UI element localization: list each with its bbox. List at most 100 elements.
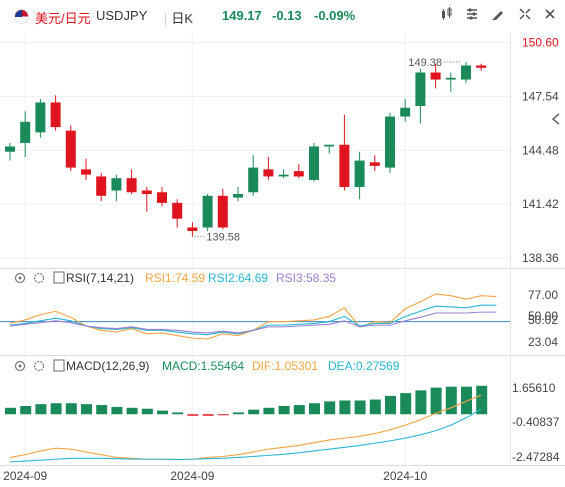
macd-legend-1: MACD:1.55464: [162, 359, 244, 373]
rsi-tick-label: 50.02: [528, 313, 558, 327]
collapse-arrow-icon: [551, 113, 560, 125]
macd-dea-line: [9, 408, 482, 463]
axes: 150.60147.54144.48141.42138.3677.0050.00…: [0, 32, 565, 483]
macd-histogram-bar: [50, 403, 62, 415]
macd-settings-icon: [33, 360, 45, 372]
price-tick-label: 150.60: [522, 36, 559, 50]
x-tick-label: 2024-10: [383, 469, 427, 483]
macd-histogram-bar: [400, 393, 412, 415]
macd-histogram-bar: [354, 400, 366, 415]
x-tick-label: 2024-09: [170, 469, 214, 483]
macd-histogram-bar: [293, 405, 305, 415]
rsi-visibility-icon-pupil: [18, 276, 22, 280]
candle-body: [233, 194, 243, 198]
macd-visibility-icon-pupil: [18, 364, 22, 368]
macd-histogram-bar: [445, 386, 457, 415]
rsi-legend-3: RSI3:58.35: [276, 271, 336, 285]
candle-body: [324, 144, 335, 147]
candle-body: [476, 65, 487, 68]
rsi-copy-icon: [53, 271, 65, 284]
candle-body: [263, 169, 274, 177]
macd-histogram-bar: [278, 405, 290, 415]
rsi-series-3: [9, 311, 497, 334]
rsi-title: RSI(7,14,21): [66, 271, 134, 285]
candle-body: [20, 121, 31, 143]
macd-histogram-bar: [476, 385, 488, 415]
candle-body: [217, 195, 228, 228]
price-tick-label: 147.54: [522, 89, 559, 103]
candle-body: [81, 169, 91, 175]
macd-histogram-bar: [126, 407, 138, 415]
macd-histogram-bar: [385, 395, 396, 415]
macd-title: MACD(12,26,9): [66, 359, 149, 373]
macd-histogram-bar: [217, 414, 229, 416]
x-tick-label: 2024-09: [3, 469, 47, 483]
macd-panel: MACD(12,26,9) MACD:1.55464 DIF:1.05301 DEA:…: [5, 359, 488, 463]
candle-body: [126, 178, 137, 193]
candle-body: [5, 146, 15, 152]
macd-histogram-bar: [202, 414, 214, 416]
macd-histogram-bar: [309, 403, 320, 415]
candle-body: [309, 146, 319, 180]
macd-histogram-bar: [157, 410, 168, 415]
macd-histogram-bar: [461, 386, 472, 415]
macd-histogram-bar: [324, 401, 336, 415]
macd-histogram-bar: [339, 400, 351, 415]
candle-body: [461, 65, 471, 80]
candle-body: [430, 72, 441, 80]
macd-histogram-bar: [172, 412, 184, 415]
candle-body: [96, 176, 107, 196]
macd-histogram-bar: [5, 407, 16, 415]
macd-legend-2: DIF:1.05301: [252, 359, 318, 373]
macd-histogram-bar: [263, 407, 275, 415]
candle-body: [50, 102, 61, 128]
macd-histogram-bar: [111, 406, 123, 415]
rsi-settings-icon: [33, 272, 45, 284]
candle-body: [187, 227, 198, 232]
candle-body: [278, 174, 289, 177]
candle-body: [293, 171, 304, 177]
price-tick-label: 141.42: [522, 197, 559, 211]
macd-histogram-bar: [187, 414, 199, 416]
candle-body: [445, 77, 456, 80]
candle-body: [354, 160, 365, 187]
macd-tick-label: -2.47284: [512, 450, 560, 464]
candle-body: [35, 102, 46, 133]
rsi-panel: RSI(7,14,21) RSI1:74.59 RSI2:64.69 RSI3:58.…: [0, 271, 510, 340]
candle-body: [248, 167, 259, 193]
candle-body: [202, 195, 213, 228]
macd-histogram-bar: [233, 412, 244, 415]
macd-histogram-bar: [415, 390, 427, 415]
candle-body: [141, 190, 152, 195]
rsi-tick-label: 23.04: [528, 335, 558, 349]
candle-body: [339, 144, 350, 187]
macd-histogram-bar: [369, 399, 381, 415]
macd-histogram-bar: [81, 404, 92, 415]
candle-body: [172, 202, 183, 219]
candle-body: [385, 116, 395, 168]
macd-histogram-bar: [65, 403, 77, 415]
rsi-legend-1: RSI1:74.59: [145, 271, 205, 285]
macd-histogram-bar: [430, 387, 442, 415]
price-tick-label: 138.36: [522, 251, 559, 265]
price-tick-label: 144.48: [522, 143, 559, 157]
macd-histogram-bar: [96, 405, 108, 415]
candle-body: [65, 130, 76, 168]
rsi-tick-label: 77.00: [528, 288, 558, 302]
macd-histogram-bar: [35, 404, 47, 415]
macd-histogram-bar: [248, 409, 260, 415]
candle-body: [369, 162, 380, 166]
rsi-legend-2: RSI2:64.69: [208, 271, 268, 285]
candle-body: [111, 178, 122, 191]
macd-tick-label: -0.40837: [512, 415, 560, 429]
macd-histogram-bar: [141, 408, 153, 415]
low-annotation-label: 139.58: [206, 232, 240, 244]
macd-histogram-bar: [20, 405, 32, 415]
chart-canvas[interactable]: 149.38 139.58 RSI(7,14,21) RSI1:74.59 RSI2:…: [0, 0, 565, 487]
macd-legend-3: DEA:0.27569: [328, 359, 400, 373]
candle-body: [415, 72, 426, 106]
macd-tick-label: 1.65610: [512, 381, 556, 395]
high-annotation-label: 149.38: [408, 57, 442, 69]
candle-body: [157, 192, 167, 203]
candle-body: [400, 107, 411, 117]
